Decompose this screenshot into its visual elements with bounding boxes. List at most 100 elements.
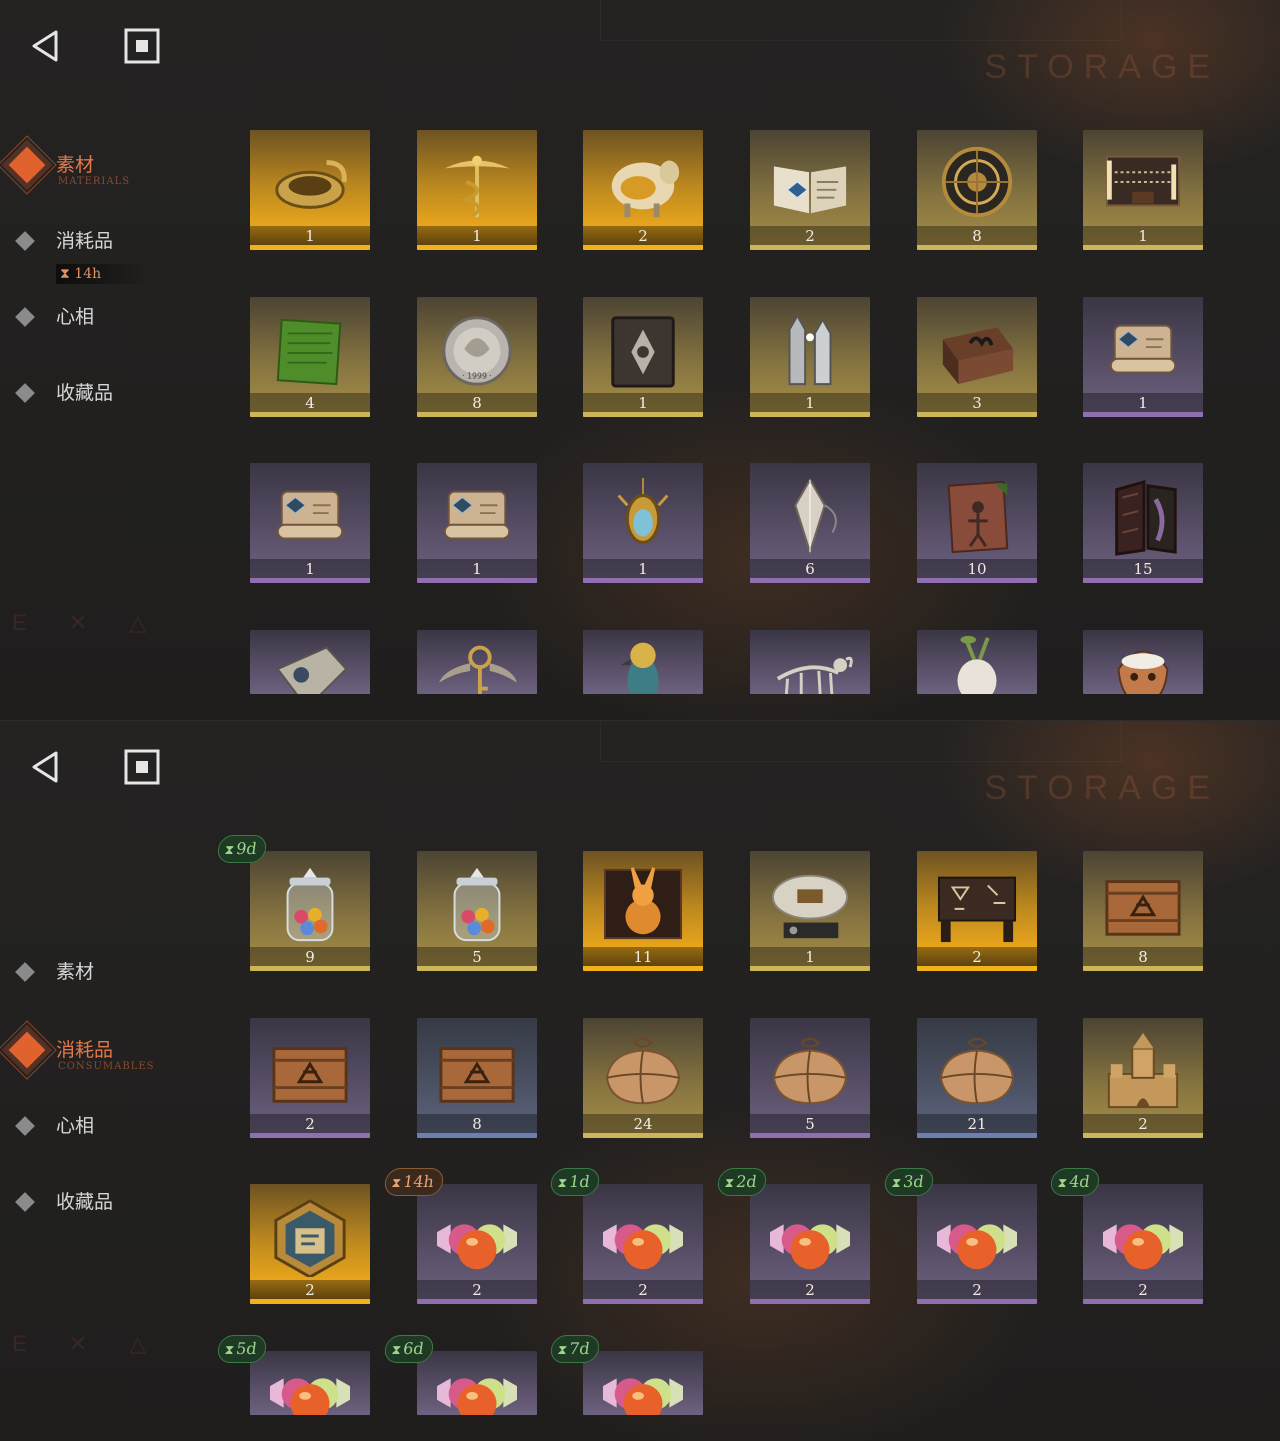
sidebar-item-materials[interactable]: 素材 MATERIALS: [0, 135, 214, 195]
wooden-crate-item[interactable]: 8: [417, 1018, 537, 1138]
silver-bullets-item[interactable]: 1: [750, 297, 870, 417]
expiry-value: 1d: [567, 1172, 591, 1191]
mandrake-item[interactable]: [917, 630, 1037, 694]
mandrake-icon: [934, 630, 1020, 694]
rarity-stripe: [750, 578, 870, 583]
candy-item[interactable]: 2: [1083, 1184, 1203, 1304]
parcel-icon: [600, 1031, 686, 1111]
winged-key-item[interactable]: [417, 630, 537, 694]
rarity-stripe: [417, 966, 537, 971]
rarity-stripe: [583, 245, 703, 250]
sidebar-item-label: 素材: [56, 154, 95, 176]
timer-value: 14h: [74, 266, 102, 282]
sidebar-item-label: 收藏品: [56, 382, 114, 404]
ouija-board-item[interactable]: 1: [1083, 130, 1203, 250]
rune-table-item[interactable]: 2: [917, 851, 1037, 971]
paper-parcel-item[interactable]: 24: [583, 1018, 703, 1138]
mask-item[interactable]: [1083, 630, 1203, 694]
hourglass-icon: ⧗: [390, 1176, 402, 1191]
green-tablet-item[interactable]: 4: [250, 297, 370, 417]
candy-item[interactable]: 2: [917, 1184, 1037, 1304]
stone-carving-item[interactable]: 10: [917, 463, 1037, 583]
paper-parcel-item[interactable]: 5: [750, 1018, 870, 1138]
hourglass-icon: ⧗: [390, 1343, 402, 1358]
wooden-crate-item[interactable]: 2: [250, 1018, 370, 1138]
rarity-stripe: [583, 578, 703, 583]
item-expiry-badge: ⧗2d: [716, 1168, 768, 1196]
hexagon-puzzle-item[interactable]: 2: [250, 1184, 370, 1304]
candy-jar-item[interactable]: 5: [417, 851, 537, 971]
item-count: 15: [1083, 559, 1203, 579]
rarity-stripe: [417, 1133, 537, 1138]
expiry-value: 3d: [901, 1172, 925, 1191]
item-count: 1: [750, 947, 870, 967]
candy-item[interactable]: 2: [750, 1184, 870, 1304]
diamond-icon: [15, 231, 35, 251]
sand-castle-item[interactable]: 2: [1083, 1018, 1203, 1138]
crate-icon: [267, 1031, 353, 1111]
candy-item[interactable]: 2: [417, 1184, 537, 1304]
candy-icon: [434, 1197, 520, 1277]
item-count: 5: [417, 947, 537, 967]
storage-screen-consumables: STORAGE 素材 消耗品 CONSUMABLES 心相 收藏品 E ✕ △ 9 ⧗9d 5 11…: [0, 720, 1280, 1441]
item-expiry-badge: ⧗3d: [883, 1168, 935, 1196]
hourglass-icon: ⧗: [890, 1176, 902, 1191]
open-book-item[interactable]: 2: [750, 130, 870, 250]
candy-icon: [434, 1351, 520, 1415]
candy-jar-item[interactable]: 9: [250, 851, 370, 971]
glowing-rabbit-box-item[interactable]: 11: [583, 851, 703, 971]
rarity-stripe: [417, 412, 537, 417]
golden-sheep-item[interactable]: 2: [583, 130, 703, 250]
ornate-ring-item[interactable]: 1: [250, 130, 370, 250]
crystal-pendulum-item[interactable]: 6: [750, 463, 870, 583]
candy-item[interactable]: [250, 1351, 370, 1415]
diamond-icon: [15, 383, 35, 403]
silver-coin-item[interactable]: · 1999 · 8: [417, 297, 537, 417]
item-grid: 9 ⧗9d 5 11 1 2 8 2 8 24 5 21 2 2 2 ⧗14h 2 ⧗1d 2 ⧗2d 2 ⧗3d 2 ⧗4d…: [216, 835, 1210, 1421]
candy-item[interactable]: [417, 1351, 537, 1415]
skeleton-icon: [767, 630, 853, 694]
pendulum-icon: [767, 476, 853, 556]
header-frame-decoration: [600, 721, 1122, 762]
item-expiry-badge: ⧗4d: [1049, 1168, 1101, 1196]
candy-item[interactable]: 2: [583, 1184, 703, 1304]
ring-icon: [267, 143, 353, 223]
sidebar-item-consumables[interactable]: 消耗品: [14, 220, 214, 260]
storage-title: STORAGE: [860, 769, 1220, 809]
sidebar-item-collectibles[interactable]: 收藏品: [14, 372, 214, 412]
ram-skeleton-item[interactable]: [750, 630, 870, 694]
radio-device-item[interactable]: 1: [750, 851, 870, 971]
rarity-stripe: [1083, 412, 1203, 417]
sidebar-item-mindset[interactable]: 心相: [14, 296, 214, 336]
bird-figurine-item[interactable]: [583, 630, 703, 694]
sidebar-item-mindset[interactable]: 心相: [14, 1105, 214, 1145]
sidebar-item-materials[interactable]: 素材: [14, 951, 214, 991]
green-scroll-item[interactable]: 1: [1083, 297, 1203, 417]
caduceus-item[interactable]: 1: [417, 130, 537, 250]
back-button[interactable]: [28, 749, 64, 785]
hand-box-item[interactable]: 3: [917, 297, 1037, 417]
rarity-stripe: [583, 1133, 703, 1138]
paper-parcel-item[interactable]: 21: [917, 1018, 1037, 1138]
sidebar-item-collectibles[interactable]: 收藏品: [14, 1181, 214, 1221]
candy-item[interactable]: [583, 1351, 703, 1415]
sidebar-item-sublabel: MATERIALS: [58, 176, 131, 187]
metal-shield-item[interactable]: [250, 630, 370, 694]
home-button[interactable]: [124, 749, 160, 785]
sidebar-item-consumables[interactable]: 消耗品 CONSUMABLES: [0, 1020, 214, 1080]
storage-title: STORAGE: [860, 48, 1220, 88]
item-count: 1: [1083, 393, 1203, 413]
gold-scroll-item[interactable]: 1: [417, 463, 537, 583]
bullets-icon: [767, 310, 853, 390]
frame-feather-item[interactable]: 15: [1083, 463, 1203, 583]
back-button[interactable]: [28, 28, 64, 64]
blue-scroll-item[interactable]: 1: [250, 463, 370, 583]
dark-tome-item[interactable]: 1: [583, 297, 703, 417]
scroll-icon: [434, 476, 520, 556]
wooden-crate-item[interactable]: 8: [1083, 851, 1203, 971]
beetle-amulet-item[interactable]: 1: [583, 463, 703, 583]
rarity-stripe: [750, 1299, 870, 1304]
astrolabe-item[interactable]: 8: [917, 130, 1037, 250]
sidebar-item-label: 心相: [56, 1115, 95, 1137]
home-button[interactable]: [124, 28, 160, 64]
